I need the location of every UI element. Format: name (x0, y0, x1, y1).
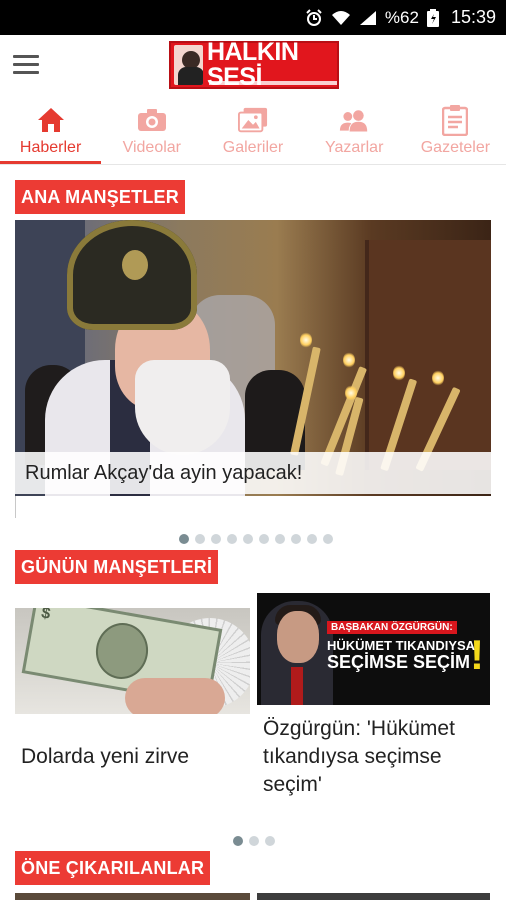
image-headline-1: HÜKÜMET TIKANDIYSA (327, 638, 476, 653)
section-title-headlines: ANA MANŞETLER (15, 180, 185, 214)
tab-haberler[interactable]: Haberler (0, 99, 102, 164)
image-headline-2: SEÇİMSE SEÇİM (327, 652, 471, 672)
camera-icon (137, 105, 167, 135)
pager-dot[interactable] (265, 836, 275, 846)
tab-label: Galeriler (222, 139, 284, 156)
pager-dot[interactable] (323, 534, 333, 544)
pager-dot[interactable] (211, 534, 221, 544)
tab-label: Videolar (122, 139, 182, 156)
tab-galeriler[interactable]: Galeriler (202, 99, 303, 164)
tab-label: Haberler (19, 139, 82, 156)
app-bar: HALKIN SESİ (0, 35, 506, 99)
pager-dot[interactable] (291, 534, 301, 544)
app-logo: HALKIN SESİ (169, 40, 339, 90)
card-image: $ (15, 608, 250, 714)
card-image: BAŞBAKAN ÖZGÜRGÜN: HÜKÜMET TIKANDIYSA SE… (257, 593, 490, 705)
clock: 15:39 (450, 7, 496, 27)
battery-icon (426, 8, 439, 27)
hero-slide[interactable]: Rumlar Akçay'da ayin yapacak! (15, 220, 491, 496)
hero-pager (179, 534, 333, 544)
tab-label: Gazeteler (420, 139, 491, 156)
featured-card[interactable] (15, 893, 250, 900)
image-exclamation: ! (470, 631, 484, 678)
alarm-icon (305, 8, 323, 27)
tab-yazarlar[interactable]: Yazarlar (304, 99, 405, 164)
battery-percent: %62 (384, 7, 419, 27)
status-bar: %62 15:39 (0, 0, 506, 35)
pager-dot[interactable] (227, 534, 237, 544)
tab-bar: Haberler Videolar Galeriler Yazarlar Gaz… (0, 99, 506, 165)
logo-portrait (174, 45, 203, 85)
daily-pager (233, 836, 275, 846)
pager-dot[interactable] (243, 534, 253, 544)
section-title-daily: GÜNÜN MANŞETLERİ (15, 550, 219, 584)
pager-dot[interactable] (233, 836, 243, 846)
tab-videolar[interactable]: Videolar (101, 99, 202, 164)
card-title: Dolarda yeni zirve (21, 745, 190, 768)
pager-dot[interactable] (307, 534, 317, 544)
pager-dot[interactable] (249, 836, 259, 846)
tab-label: Yazarlar (325, 139, 384, 156)
hero-caption: Rumlar Akçay'da ayin yapacak! (15, 452, 491, 494)
hero-image (67, 220, 197, 330)
news-card[interactable]: $ Dolarda yeni zirve (15, 608, 250, 771)
signal-icon (359, 10, 377, 26)
wifi-icon (331, 10, 351, 26)
people-icon (339, 105, 369, 135)
card-title: Özgürgün: 'Hükümet tıkandıysa seçimse se… (263, 717, 455, 796)
clipboard-icon (440, 105, 470, 136)
gallery-icon (238, 105, 268, 135)
featured-card[interactable] (257, 893, 490, 900)
news-card[interactable]: BAŞBAKAN ÖZGÜRGÜN: HÜKÜMET TIKANDIYSA SE… (257, 593, 490, 799)
pager-dot[interactable] (259, 534, 269, 544)
home-icon (36, 105, 66, 135)
pager-dot[interactable] (195, 534, 205, 544)
section-title-featured: ÖNE ÇIKARILANLAR (15, 851, 211, 885)
image-kicker: BAŞBAKAN ÖZGÜRGÜN: (327, 621, 457, 634)
tab-gazeteler[interactable]: Gazeteler (405, 99, 506, 164)
menu-icon[interactable] (13, 55, 39, 77)
pager-dot[interactable] (179, 534, 189, 544)
pager-dot[interactable] (275, 534, 285, 544)
